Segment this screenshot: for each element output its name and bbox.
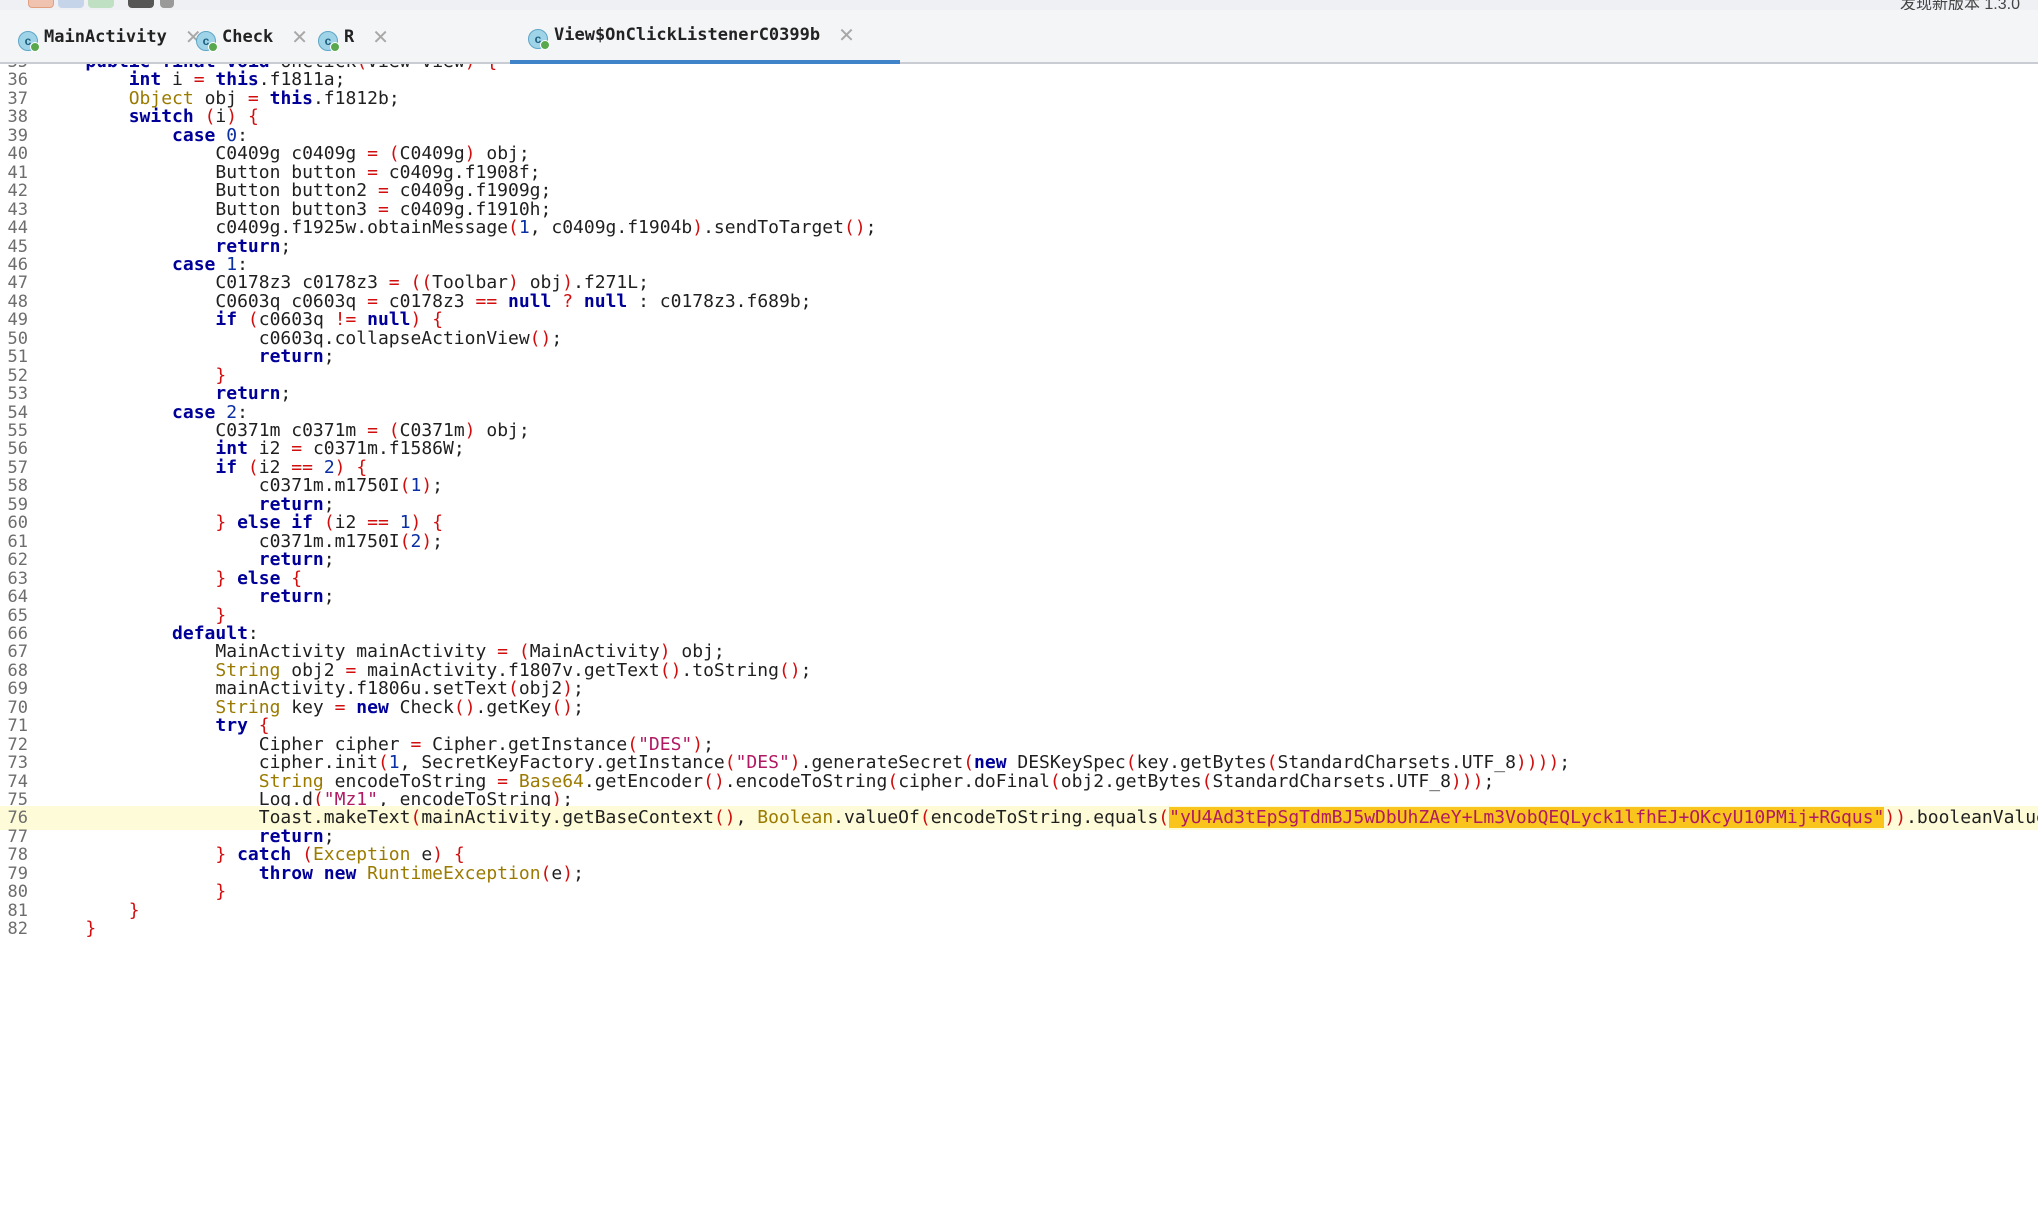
tab-label: View$OnClickListenerC0399b (554, 25, 821, 45)
toolbar-button-1[interactable] (28, 0, 54, 8)
close-icon[interactable]: ✕ (372, 25, 389, 50)
line-number: 82 (7, 919, 28, 940)
tab-label: MainActivity (44, 27, 167, 47)
close-icon[interactable]: ✕ (838, 23, 855, 48)
update-notice[interactable]: 发现新版本 1.3.0 (1900, 0, 2020, 10)
code-editor[interactable]: 35 public final void onClick(View view) … (0, 64, 2038, 1206)
editor-tab-bar: c MainActivity ✕ c Check ✕ c R ✕ c View$… (0, 10, 2038, 64)
class-icon: c (196, 31, 218, 52)
tab-mainactivity[interactable]: c MainActivity ✕ (0, 10, 202, 64)
toolbar-button-2[interactable] (58, 0, 84, 8)
main-toolbar: 发现新版本 1.3.0 (0, 0, 2038, 10)
tab-label: R (344, 27, 355, 47)
tab-label: Check (222, 27, 274, 47)
class-icon: c (528, 29, 550, 50)
class-icon: c (18, 31, 40, 52)
code-text[interactable]: } (42, 917, 96, 941)
tab-view-onclicklistener[interactable]: c View$OnClickListenerC0399b ✕ (510, 10, 900, 64)
toolbar-button-3[interactable] (88, 0, 114, 8)
toolbar-button-5[interactable] (160, 0, 174, 8)
tab-check[interactable]: c Check ✕ (178, 10, 308, 64)
tab-r[interactable]: c R ✕ (300, 10, 389, 64)
code-line[interactable]: 82 } (0, 917, 2038, 941)
class-icon: c (318, 31, 340, 52)
toolbar-button-4[interactable] (128, 0, 154, 8)
